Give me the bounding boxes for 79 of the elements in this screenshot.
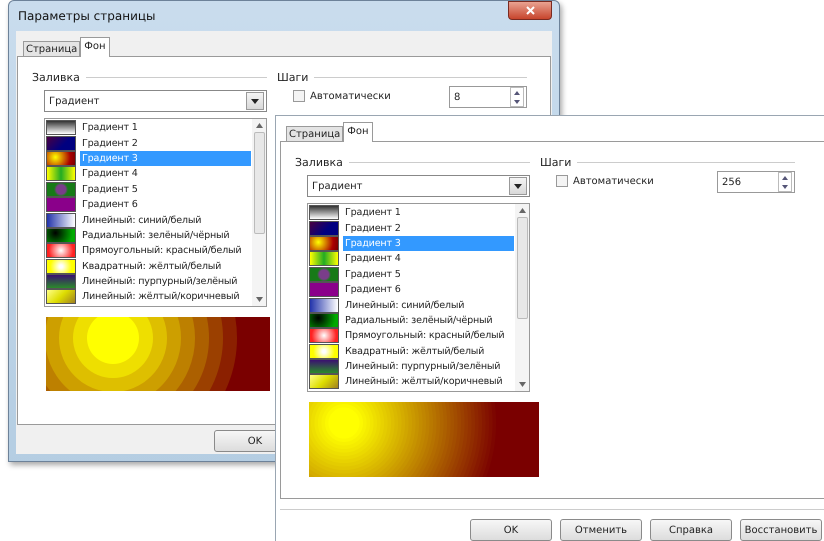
gradient-swatch-icon: [46, 136, 76, 151]
list-item[interactable]: Линейный: жёлтый/коричневый: [343, 374, 514, 390]
gradient-swatch-icon: [309, 220, 339, 236]
list-item[interactable]: Градиент 1: [80, 120, 251, 136]
steps-field[interactable]: 8: [449, 86, 527, 108]
gradient-swatch-icon: [46, 289, 76, 304]
list-item[interactable]: Прямоугольный: красный/белый: [80, 243, 251, 258]
dialog-button[interactable]: Восстановить: [740, 519, 822, 541]
list-item[interactable]: Градиент 6: [343, 282, 514, 298]
dialog-button[interactable]: OK: [470, 519, 552, 541]
tab[interactable]: Фон: [343, 122, 373, 142]
up-arrow-icon[interactable]: [782, 176, 788, 180]
fill-dropdown[interactable]: Градиент: [307, 175, 530, 197]
window-title: Параметры страницы: [17, 9, 156, 23]
tab[interactable]: Страница: [23, 41, 80, 56]
down-arrow-icon[interactable]: [514, 100, 520, 104]
down-arrow-icon[interactable]: [782, 184, 788, 188]
list-item[interactable]: Линейный: пурпурный/зелёный: [80, 274, 251, 290]
list-item[interactable]: Линейный: жёлтый/коричневый: [80, 289, 251, 304]
up-arrow-icon[interactable]: [514, 90, 520, 94]
auto-checkbox[interactable]: Автоматически: [556, 175, 654, 187]
dialog-button[interactable]: Отменить: [560, 519, 642, 541]
gradient-swatch-icon: [309, 205, 339, 220]
gradient-swatch-icon: [309, 236, 339, 251]
tab[interactable]: Страница: [286, 126, 344, 141]
gradient-swatch-icon: [46, 150, 76, 166]
down-arrow-icon[interactable]: [518, 382, 526, 387]
gradient-swatch-icon: [309, 251, 339, 266]
list-item[interactable]: Линейный: синий/белый: [343, 298, 514, 313]
list-item[interactable]: Линейный: пурпурный/зелёный: [343, 359, 514, 374]
section-label: Шаги: [540, 156, 572, 169]
gradient-swatch-icon: [46, 166, 76, 182]
list-item[interactable]: Градиент 2: [343, 220, 514, 236]
gradient-swatch-icon: [309, 298, 339, 313]
list-item[interactable]: Градиент 6: [80, 197, 251, 212]
fill-dropdown[interactable]: Градиент: [44, 90, 267, 112]
gradient-swatch-icon: [309, 344, 339, 359]
list-item[interactable]: Радиальный: зелёный/чёрный: [343, 312, 514, 328]
down-arrow-icon[interactable]: [256, 297, 262, 302]
gradient-swatch-icon: [46, 228, 76, 243]
gradient-swatch-icon: [309, 359, 339, 374]
close-icon: [526, 6, 534, 15]
caret-icon: [514, 184, 522, 188]
gradient-swatch-icon: [46, 258, 76, 274]
caret-icon: [251, 98, 259, 104]
up-arrow-icon[interactable]: [256, 123, 262, 128]
gradient-swatch-icon: [309, 282, 339, 298]
tab[interactable]: Фон: [80, 37, 110, 57]
gradient-swatch-icon: [46, 182, 76, 197]
gradient-swatch-icon: [46, 212, 76, 228]
section-label: Шаги: [277, 71, 308, 84]
list-item[interactable]: Радиальный: зелёный/чёрный: [80, 228, 251, 243]
auto-checkbox[interactable]: Автоматически: [293, 90, 391, 102]
list-item[interactable]: Квадратный: жёлтый/белый: [80, 258, 251, 274]
steps-field[interactable]: 256: [717, 171, 795, 193]
gradient-swatch-icon: [46, 274, 76, 290]
list-item[interactable]: Градиент 2: [80, 136, 251, 151]
list-item[interactable]: Градиент 4: [80, 166, 251, 182]
scrollbar[interactable]: [252, 119, 266, 306]
section-label: Заливка: [32, 71, 80, 84]
list-item[interactable]: Градиент 4: [343, 251, 514, 266]
list-item[interactable]: Градиент 1: [343, 205, 514, 220]
list-item[interactable]: Прямоугольный: красный/белый: [343, 328, 514, 344]
gradient-swatch-icon: [309, 312, 339, 328]
list-item[interactable]: Градиент 5: [80, 182, 251, 197]
close-button[interactable]: [508, 1, 552, 20]
list-item[interactable]: Линейный: синий/белый: [80, 212, 251, 228]
gradient-swatch-icon: [309, 266, 339, 282]
dialog-button[interactable]: Справка: [650, 519, 732, 541]
gradient-swatch-icon: [46, 197, 76, 212]
gradient-swatch-icon: [309, 374, 339, 390]
gradient-swatch-icon: [309, 328, 339, 344]
scrollbar[interactable]: [515, 204, 529, 391]
up-arrow-icon[interactable]: [518, 208, 526, 213]
section-label: Заливка: [295, 156, 343, 169]
gradient-swatch-icon: [46, 243, 76, 258]
gradient-swatch-icon: [46, 120, 76, 136]
list-item[interactable]: Градиент 5: [343, 266, 514, 282]
list-item[interactable]: Квадратный: жёлтый/белый: [343, 344, 514, 359]
